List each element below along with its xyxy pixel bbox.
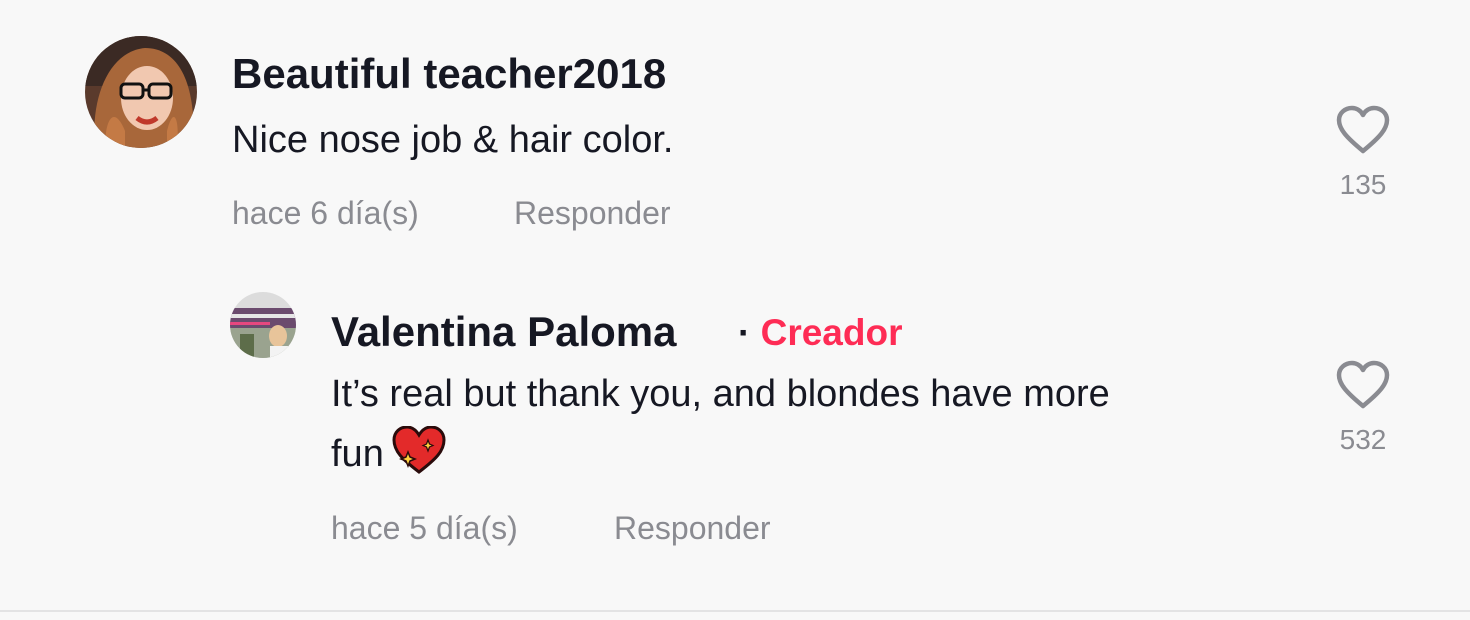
reply-text-line: fun [331, 424, 1291, 484]
reply-button[interactable]: Responder [514, 195, 671, 232]
reply-item: Valentina Paloma · Creador It’s real but… [0, 260, 1470, 610]
divider [0, 610, 1470, 612]
separator-dot: · [738, 312, 751, 353]
heart-outline-icon[interactable] [1336, 360, 1390, 410]
reply-text-line: It’s real but thank you, and blondes hav… [331, 373, 1110, 415]
like-control: 135 [1323, 105, 1403, 201]
sparkling-heart-emoji [392, 426, 446, 474]
avatar[interactable] [230, 292, 296, 358]
creator-badge: Creador [760, 312, 903, 353]
reply-timestamp: hace 5 día(s) [331, 510, 518, 546]
reply-button[interactable]: Responder [614, 510, 771, 547]
reply-username[interactable]: Valentina Paloma [331, 308, 676, 356]
reply-text-fragment: fun [331, 433, 384, 475]
reply-text: It’s real but thank you, and blondes hav… [331, 364, 1291, 484]
like-control: 532 [1323, 360, 1403, 456]
comment-item: Beautiful teacher2018 Nice nose job & ha… [0, 0, 1470, 260]
comment-text: Nice nose job & hair color. [232, 119, 674, 161]
comment-username[interactable]: Beautiful teacher2018 [232, 50, 666, 98]
creator-badge-group: · Creador [738, 312, 903, 354]
comment-timestamp: hace 6 día(s) [232, 195, 419, 231]
avatar[interactable] [85, 36, 197, 148]
like-count: 532 [1339, 424, 1387, 455]
heart-outline-icon[interactable] [1336, 105, 1390, 155]
like-count: 135 [1339, 169, 1387, 200]
